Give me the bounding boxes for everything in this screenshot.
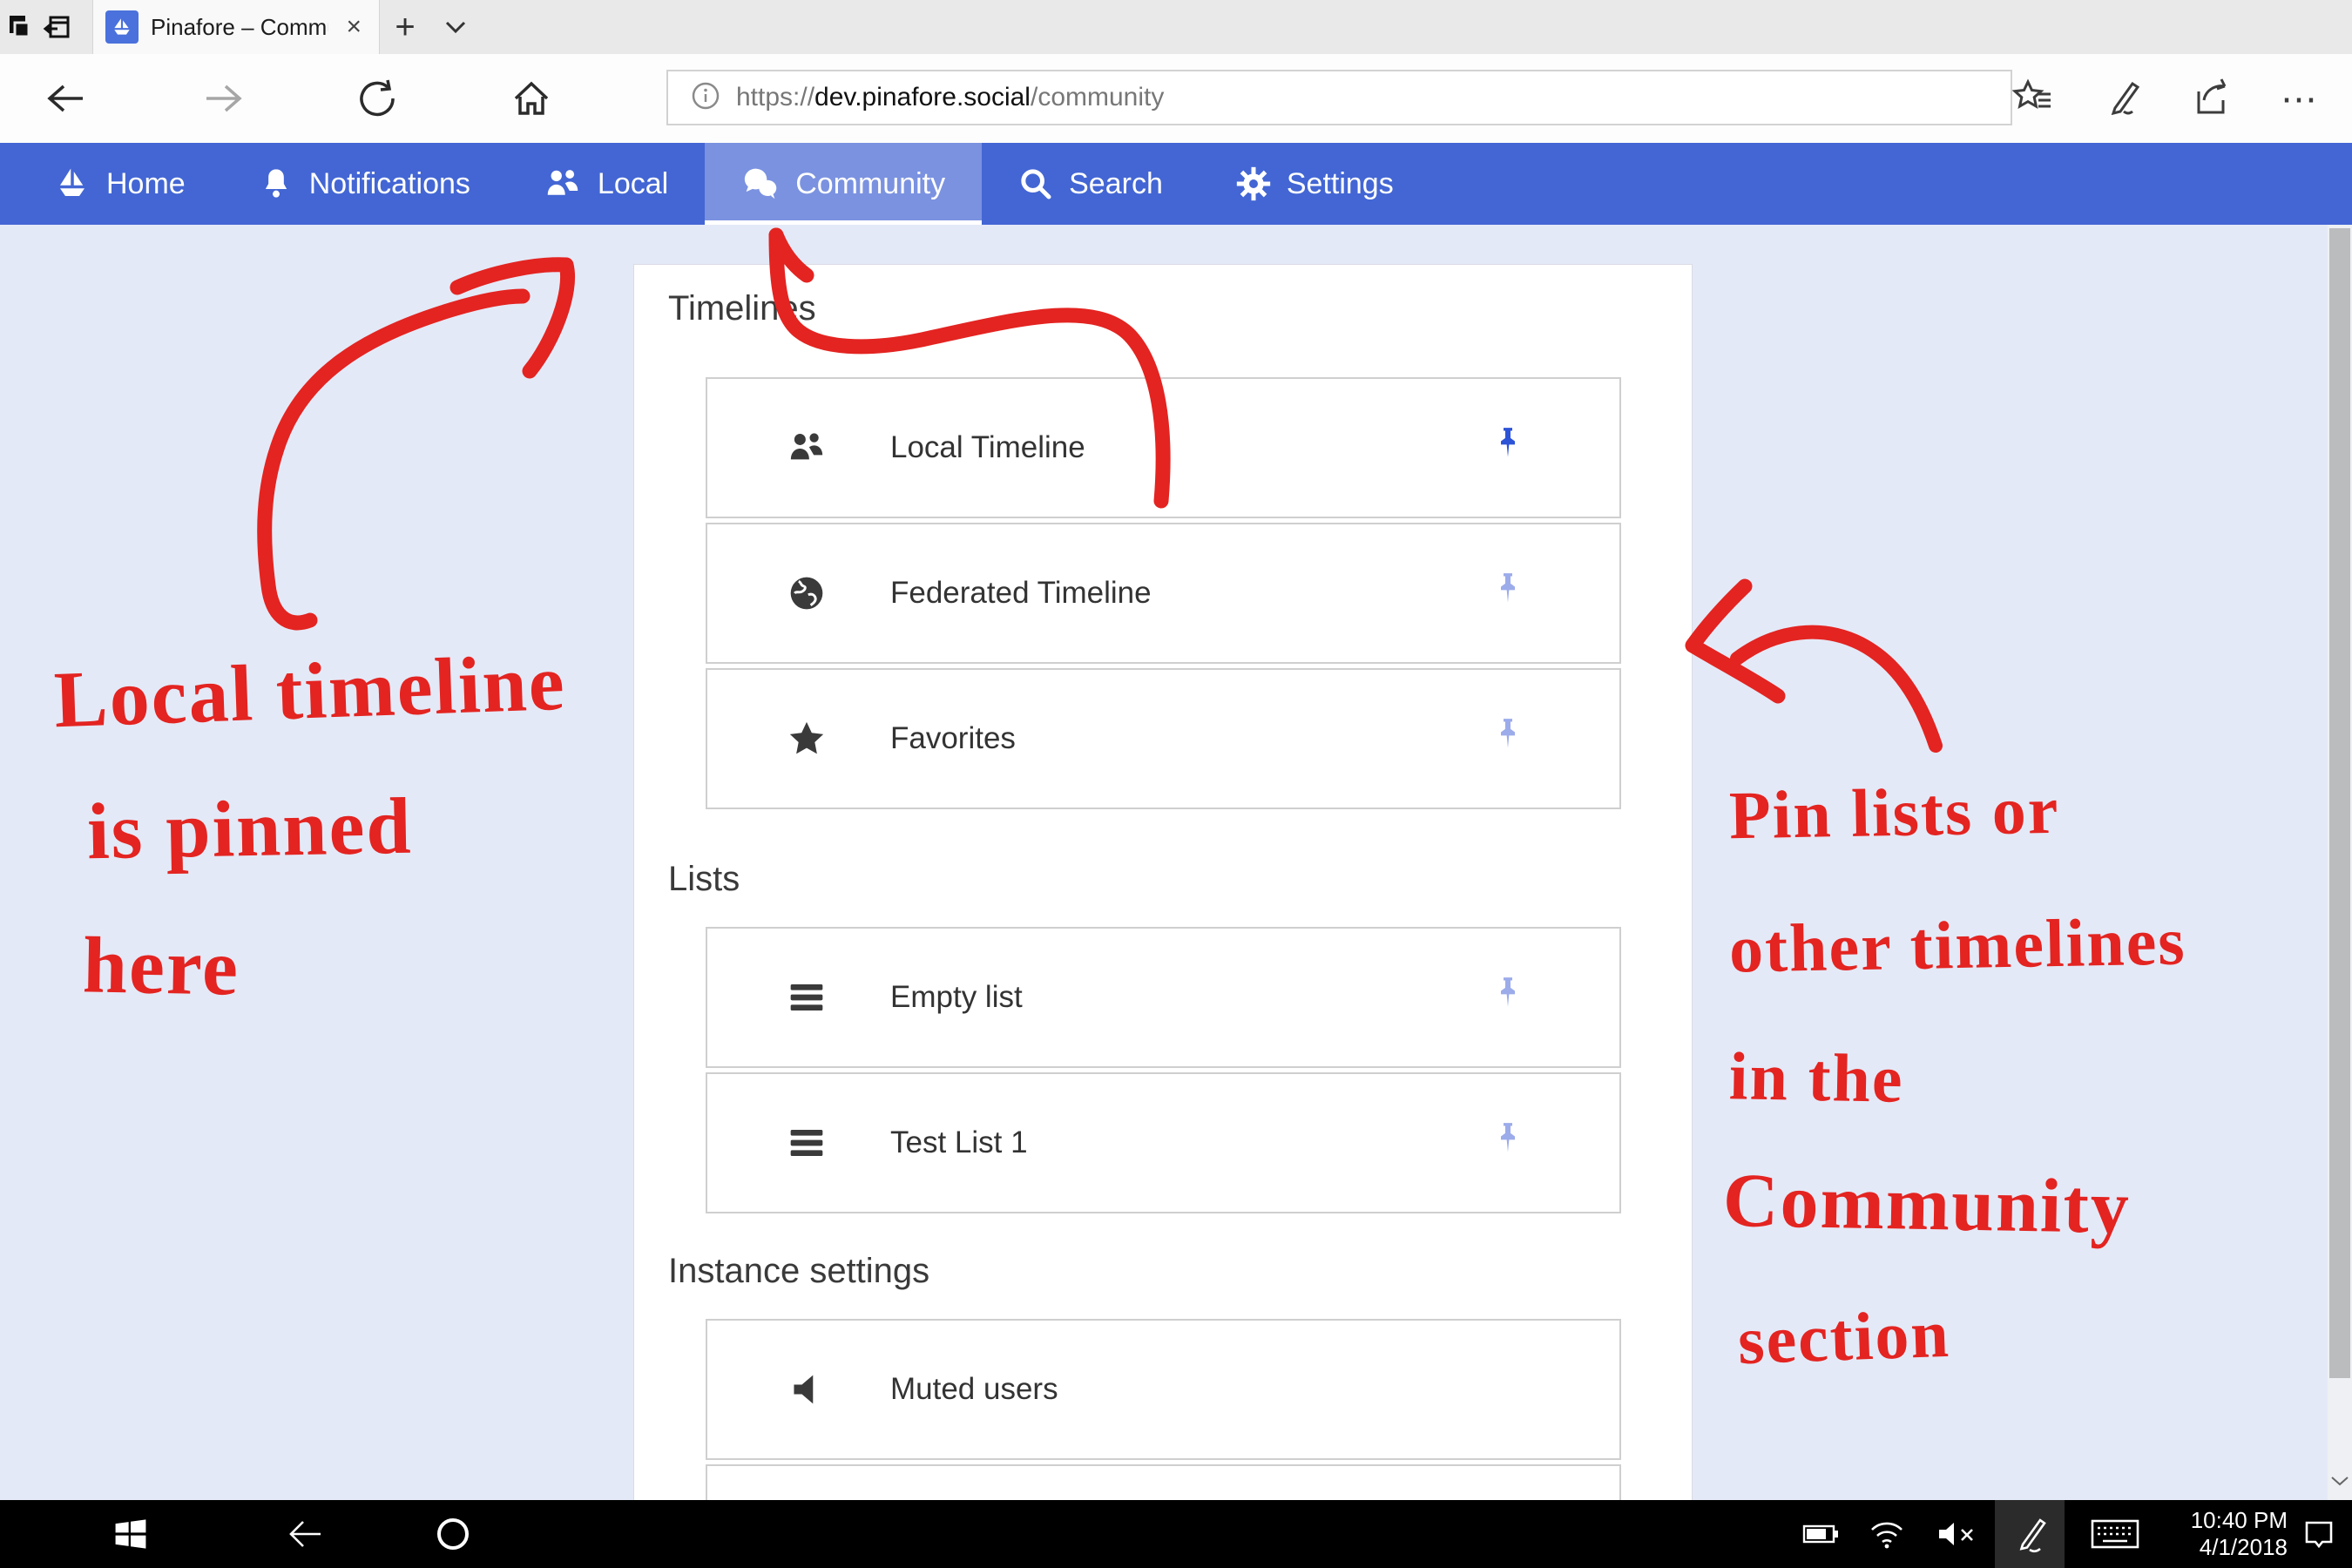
community-page: Timelines Local Timeline Federated Timel…: [0, 225, 2352, 1500]
nav-label: Notifications: [309, 167, 470, 201]
list-item-label: Test List 1: [890, 1125, 1028, 1160]
section-heading-lists: Lists: [668, 860, 1692, 899]
set-tabs-aside-icon[interactable]: [38, 0, 77, 54]
nav-label: Settings: [1287, 167, 1394, 201]
gear-icon: [1236, 166, 1271, 201]
pin-icon-unpinned[interactable]: [1490, 571, 1525, 617]
volume-muted-icon[interactable]: [1930, 1500, 1983, 1568]
nav-label: Search: [1069, 167, 1163, 201]
tab-close-icon[interactable]: ×: [341, 12, 367, 42]
cortana-icon[interactable]: [425, 1500, 481, 1568]
list-item-partial[interactable]: [706, 1464, 1621, 1500]
clock-date: 4/1/2018: [2200, 1534, 2288, 1561]
pinafore-favicon-icon: [105, 10, 139, 44]
list-item-empty-list[interactable]: Empty list: [706, 927, 1621, 1068]
windows-ink-pen-icon[interactable]: [1995, 1500, 2065, 1568]
list-item-label: Local Timeline: [890, 430, 1085, 465]
url-scheme: https://: [736, 83, 814, 112]
touch-keyboard-icon[interactable]: [2078, 1500, 2152, 1568]
nav-item-community[interactable]: Community: [705, 143, 982, 225]
star-icon: [786, 720, 828, 757]
nav-item-local[interactable]: Local: [507, 143, 705, 225]
browser-tab-strip: Pinafore – Community × +: [0, 0, 2352, 54]
section-heading-instance-settings: Instance settings: [668, 1252, 1692, 1291]
new-tab-icon[interactable]: +: [380, 0, 430, 54]
pin-icon-unpinned[interactable]: [1490, 1120, 1525, 1166]
windows-taskbar: 10:40 PM 4/1/2018: [0, 1500, 2352, 1568]
nav-label: Local: [598, 167, 668, 201]
community-card: Timelines Local Timeline Federated Timel…: [633, 264, 1693, 1500]
list-item-favorites[interactable]: Favorites: [706, 668, 1621, 809]
taskbar-back-icon[interactable]: [277, 1500, 333, 1568]
list-item-federated-timeline[interactable]: Federated Timeline: [706, 523, 1621, 664]
nav-item-notifications[interactable]: Notifications: [222, 143, 507, 225]
list-item-test-list-1[interactable]: Test List 1: [706, 1072, 1621, 1213]
url-host: dev.pinafore.social: [814, 83, 1031, 112]
search-icon: [1018, 166, 1053, 201]
start-button[interactable]: [105, 1500, 157, 1568]
nav-item-settings[interactable]: Settings: [1200, 143, 1430, 225]
list-item-label: Muted users: [890, 1372, 1058, 1407]
list-icon: [786, 1128, 828, 1158]
home-icon[interactable]: [497, 54, 566, 143]
browser-tab[interactable]: Pinafore – Community ×: [92, 0, 380, 54]
list-item-muted-users[interactable]: Muted users: [706, 1319, 1621, 1460]
list-item-label: Federated Timeline: [890, 576, 1152, 611]
globe-icon: [786, 574, 828, 612]
page-scrollbar[interactable]: [2328, 225, 2352, 1500]
bell-icon: [259, 166, 294, 202]
wifi-icon[interactable]: [1862, 1500, 1911, 1568]
forward-icon[interactable]: [189, 54, 259, 143]
tab-title: Pinafore – Community: [151, 14, 328, 41]
favorites-hub-icon[interactable]: [2012, 78, 2054, 119]
nav-label: Home: [106, 167, 186, 201]
back-icon[interactable]: [30, 54, 100, 143]
people-icon: [544, 166, 582, 201]
sailboat-icon: [54, 166, 91, 202]
battery-icon[interactable]: [1796, 1500, 1845, 1568]
pinafore-nav: Home Notifications Local Community Searc…: [0, 143, 2352, 225]
share-icon[interactable]: [2192, 78, 2232, 120]
more-options-icon[interactable]: ⋯: [2281, 78, 2321, 120]
web-note-pen-icon[interactable]: [2103, 78, 2143, 119]
url-text: https://dev.pinafore.social/community: [736, 83, 1164, 112]
tab-preview-icon[interactable]: [0, 0, 38, 54]
scrollbar-thumb[interactable]: [2329, 228, 2350, 1378]
nav-label: Community: [795, 167, 945, 201]
site-info-icon[interactable]: [691, 81, 720, 115]
mute-icon: [786, 1372, 828, 1407]
screen: Pinafore – Community × + https://dev.pin…: [0, 0, 2352, 1568]
taskbar-clock[interactable]: 10:40 PM 4/1/2018: [2157, 1500, 2288, 1568]
toolbar-right-icons: ⋯: [2012, 54, 2352, 143]
refresh-icon[interactable]: [342, 54, 412, 143]
scrollbar-down-chevron-icon[interactable]: [2328, 1476, 2352, 1486]
action-center-icon[interactable]: [2293, 1500, 2345, 1568]
browser-toolbar: https://dev.pinafore.social/community ⋯: [0, 54, 2352, 143]
nav-item-search[interactable]: Search: [982, 143, 1200, 225]
pin-icon-pinned[interactable]: [1490, 425, 1525, 471]
instance-settings-list: Muted users: [706, 1319, 1621, 1500]
nav-item-home[interactable]: Home: [17, 143, 222, 225]
list-item-label: Favorites: [890, 721, 1016, 756]
pin-icon-unpinned[interactable]: [1490, 975, 1525, 1021]
url-bar[interactable]: https://dev.pinafore.social/community: [666, 70, 2012, 125]
list-icon: [786, 983, 828, 1012]
list-item-local-timeline[interactable]: Local Timeline: [706, 377, 1621, 518]
list-item-label: Empty list: [890, 980, 1023, 1015]
people-icon: [786, 429, 828, 466]
pin-icon-unpinned[interactable]: [1490, 716, 1525, 762]
clock-time: 10:40 PM: [2191, 1507, 2288, 1534]
section-heading-timelines: Timelines: [668, 289, 1692, 328]
chat-bubbles-icon: [741, 166, 780, 201]
tab-dropdown-chevron-icon[interactable]: [430, 0, 481, 54]
url-path: /community: [1031, 83, 1164, 112]
timelines-list: Local Timeline Federated Timeline: [706, 377, 1621, 809]
lists-list: Empty list Test List 1: [706, 927, 1621, 1213]
